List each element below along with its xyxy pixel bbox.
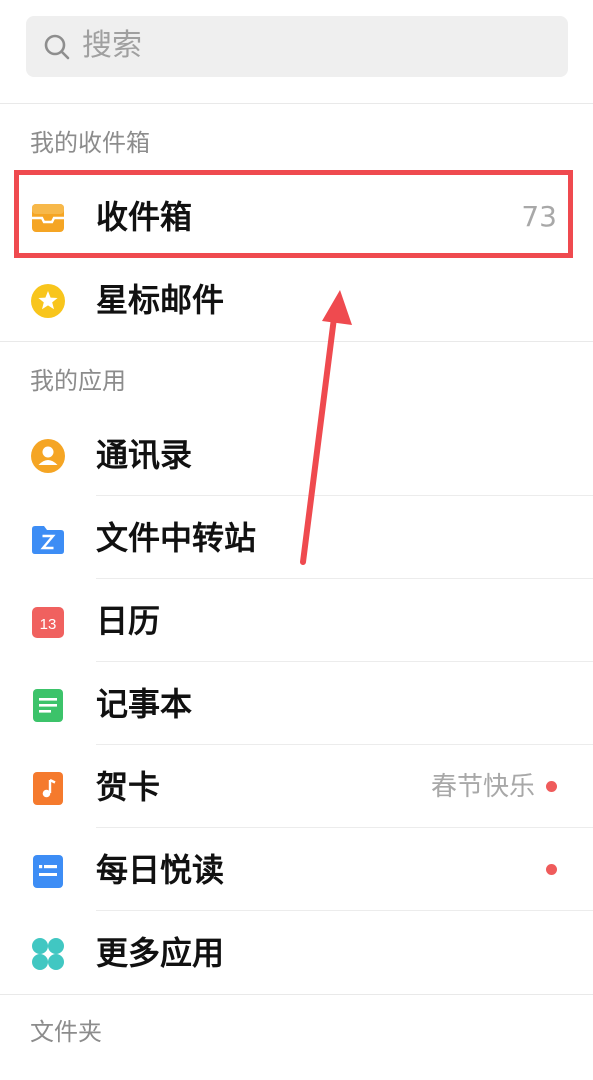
- app-item-label: 日历: [96, 602, 161, 640]
- app-item-contacts[interactable]: 通讯录: [0, 414, 593, 496]
- folder-transfer-icon: [32, 526, 64, 554]
- app-item-label: 贺卡: [96, 768, 161, 806]
- app-item-label: 通讯录: [96, 436, 193, 474]
- search-bar: 搜索: [0, 0, 593, 103]
- app-item-label: 记事本: [96, 685, 193, 723]
- divider: [0, 994, 593, 995]
- app-item-greeting-card[interactable]: 贺卡 春节快乐: [0, 746, 593, 828]
- row-separator: [96, 910, 593, 911]
- unread-dot: [546, 864, 557, 875]
- divider: [0, 341, 593, 342]
- row-separator: [96, 578, 593, 579]
- mailbox-item-label: 星标邮件: [96, 281, 225, 319]
- app-item-calendar[interactable]: 13 日历: [0, 580, 593, 662]
- daily-reading-icon: [33, 855, 63, 888]
- divider: [0, 103, 593, 104]
- app-item-notepad[interactable]: 记事本: [0, 663, 593, 745]
- row-separator: [96, 744, 593, 745]
- unread-dot: [546, 781, 557, 792]
- greeting-subtext: 春节快乐: [430, 772, 535, 802]
- notepad-icon: [33, 689, 63, 722]
- star-icon: [31, 284, 65, 318]
- row-separator: [96, 495, 593, 496]
- search-input[interactable]: 搜索: [26, 16, 568, 77]
- highlight-box: [14, 170, 573, 258]
- app-item-label: 每日悦读: [96, 851, 225, 889]
- section-label-mailboxes: 我的收件箱: [30, 129, 150, 157]
- app-item-label: 文件中转站: [96, 519, 257, 557]
- app-item-daily-reading[interactable]: 每日悦读: [0, 829, 593, 911]
- section-label-folders: 文件夹: [30, 1018, 102, 1046]
- greeting-card-music-icon: [33, 772, 63, 805]
- section-label-apps: 我的应用: [30, 367, 126, 395]
- row-separator: [96, 661, 593, 662]
- row-separator: [96, 827, 593, 828]
- app-item-more-apps[interactable]: 更多应用: [0, 912, 593, 994]
- more-apps-grid-icon: [32, 938, 64, 970]
- app-item-label: 更多应用: [96, 934, 225, 972]
- calendar-date-text: 13: [40, 616, 57, 633]
- app-item-file-transfer[interactable]: 文件中转站: [0, 497, 593, 579]
- calendar-icon: 13: [32, 607, 64, 638]
- mailbox-item-starred[interactable]: 星标邮件: [0, 259, 593, 341]
- search-placeholder: 搜索: [82, 28, 142, 63]
- search-icon: [44, 34, 70, 60]
- contacts-person-icon: [31, 439, 65, 473]
